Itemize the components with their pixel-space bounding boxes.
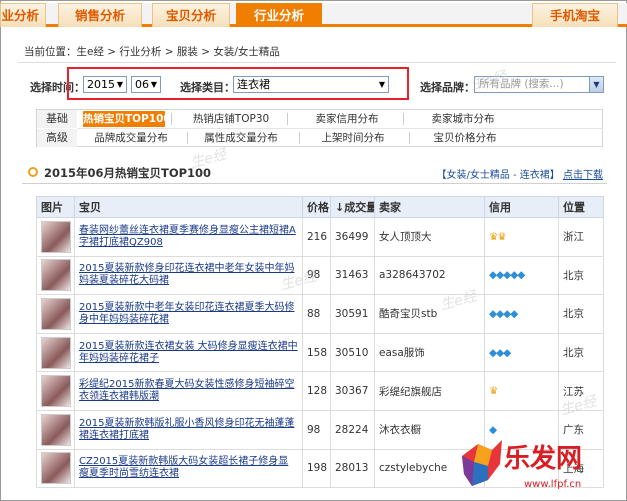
item-credit: ◆◆◆ <box>484 332 559 373</box>
col-header-credit: 信用 <box>484 196 559 218</box>
item-thumbnail <box>36 332 75 373</box>
item-volume: 28013 <box>330 448 375 489</box>
item-price: 216 <box>302 217 331 257</box>
divider <box>287 113 288 125</box>
item-thumbnail <box>36 217 75 257</box>
item-title-link[interactable]: 2015夏装新款中老年女装印花连衣裙夏季大码修身中年妈妈装碎花裙 <box>74 294 303 334</box>
table-row: 2015夏装新款修身印花连衣裙中老年女装中年妈妈装夏装碎花大码裙 98 31463 a… <box>36 255 604 296</box>
table-header-row: 图片 宝贝 价格 ↓成交量 卖家 信用 位置 <box>36 196 604 218</box>
tab-industry-analysis[interactable]: 行业分析 <box>236 3 322 27</box>
row-label-advanced: 高级 <box>37 129 77 147</box>
tab-mobile-taobao[interactable]: 手机淘宝 <box>532 3 618 27</box>
divider <box>187 132 188 144</box>
row-label-basic: 基础 <box>37 110 77 128</box>
divider <box>403 113 404 125</box>
item-credit: ◆◆◆◆◆ <box>484 255 559 296</box>
section-actions: 【女装/女士精品 - 连衣裙】 点击下载 <box>436 166 603 181</box>
subtab-listing-time[interactable]: 上架时间分布 <box>305 130 401 146</box>
col-header-item: 宝贝 <box>74 196 303 218</box>
item-image[interactable] <box>41 336 71 369</box>
table-row: 2015夏装新款中老年女装印花连衣裙夏季大码修身中年妈妈装碎花裙 88 30591 酷… <box>36 294 604 334</box>
item-seller: 女人顶顶大 <box>374 217 485 257</box>
item-volume: 30510 <box>330 332 375 373</box>
col-header-location: 位置 <box>558 196 604 218</box>
breadcrumb: 当前位置：生e经 > 行业分析 > 服装 > 女装/女士精品 <box>24 46 280 58</box>
highlight-box <box>67 67 409 100</box>
item-seller: easa服饰 <box>374 332 485 373</box>
item-price: 98 <box>302 409 331 450</box>
logo-icon <box>462 440 502 486</box>
item-volume: 31463 <box>330 255 375 296</box>
item-credit: ♛♛ <box>484 217 559 257</box>
divider <box>18 62 616 63</box>
divider <box>409 132 410 144</box>
col-header-image: 图片 <box>36 196 75 218</box>
item-volume: 30591 <box>330 294 375 334</box>
table-row: 彩缇纪2015新款春夏大码女装性感修身短袖碎空衣领连衣裙韩版潮 128 30367 彩… <box>36 371 604 411</box>
item-thumbnail <box>36 409 75 450</box>
item-thumbnail <box>36 294 75 334</box>
col-header-volume[interactable]: ↓成交量 <box>330 196 375 218</box>
item-location: 北京 <box>558 255 604 296</box>
item-price: 198 <box>302 448 331 489</box>
brand-label: 选择品牌： <box>420 81 475 94</box>
item-location: 浙江 <box>558 217 604 257</box>
logo-url: www.lfpf.cn <box>524 479 582 490</box>
item-seller: 彩缇纪旗舰店 <box>374 371 485 411</box>
tab-item-analysis[interactable]: 宝贝分析 <box>152 3 230 27</box>
item-title-link[interactable]: 2015夏装新款修身印花连衣裙中老年女装中年妈妈装夏装碎花大码裙 <box>74 255 303 296</box>
item-title-link[interactable]: 春装网纱蕾丝连衣裙夏季赛修身显瘦公主裙短裙A字裙打底裙QZ908 <box>74 217 303 257</box>
table-row: 春装网纱蕾丝连衣裙夏季赛修身显瘦公主裙短裙A字裙打底裙QZ908 216 36499… <box>36 217 604 257</box>
item-credit: ♛ <box>484 371 559 411</box>
sub-nav: 基础 高级 热销宝贝TOP100 热销店铺TOP30 卖家信用分布 卖家城市分布… <box>36 109 603 147</box>
item-thumbnail <box>36 371 75 411</box>
chevron-down-icon[interactable]: ▼ <box>589 77 603 92</box>
subtab-brand-volume[interactable]: 品牌成交量分布 <box>83 130 179 146</box>
item-price: 158 <box>302 332 331 373</box>
divider <box>22 183 607 184</box>
item-title-link[interactable]: 彩缇纪2015新款春夏大码女装性感修身短袖碎空衣领连衣裙韩版潮 <box>74 371 303 411</box>
divider <box>171 113 172 125</box>
item-image[interactable] <box>41 452 71 485</box>
download-link[interactable]: 点击下载 <box>563 170 603 181</box>
category-link[interactable]: 【女装/女士精品 - 连衣裙】 <box>436 170 559 181</box>
subtab-seller-city[interactable]: 卖家城市分布 <box>415 111 511 127</box>
item-location: 北京 <box>558 294 604 334</box>
top-nav: 业分析 销售分析 宝贝分析 行业分析 手机淘宝 <box>0 3 627 27</box>
tab-sales-analysis[interactable]: 销售分析 <box>58 3 142 27</box>
table-row: 2015夏装新款连衣裙女装 大码修身显瘦连衣裙中年妈妈装碎花裙子 158 30510… <box>36 332 604 373</box>
subtab-price-distribution[interactable]: 宝贝价格分布 <box>417 130 513 146</box>
item-thumbnail <box>36 255 75 296</box>
item-image[interactable] <box>41 259 71 292</box>
item-location: 北京 <box>558 332 604 373</box>
item-image[interactable] <box>41 375 71 408</box>
divider <box>299 132 300 144</box>
item-thumbnail <box>36 448 75 489</box>
divider <box>77 128 603 129</box>
item-title-link[interactable]: 2015夏装新款韩版礼服小香风修身印花无袖蓬蓬裙连衣裙打底裙 <box>74 409 303 450</box>
logo-text: 乐发网 <box>504 444 583 474</box>
circle-icon <box>28 167 38 177</box>
item-title-link[interactable]: 2015夏装新款连衣裙女装 大码修身显瘦连衣裙中年妈妈装碎花裙子 <box>74 332 303 373</box>
item-image[interactable] <box>41 220 71 253</box>
subtab-attribute-volume[interactable]: 属性成交量分布 <box>193 130 289 146</box>
col-header-seller: 卖家 <box>374 196 485 218</box>
col-header-price[interactable]: 价格 <box>302 196 331 218</box>
item-credit: ◆◆◆◆ <box>484 294 559 334</box>
item-price: 88 <box>302 294 331 334</box>
item-volume: 36499 <box>330 217 375 257</box>
item-volume: 28224 <box>330 409 375 450</box>
section-title: 2015年06月热销宝贝TOP100 <box>44 166 212 180</box>
item-image[interactable] <box>41 413 71 446</box>
item-title-link[interactable]: CZ2015夏装新款韩版大码女装超长裙子修身显瘦夏季时尚雪纺连衣裙 <box>74 448 303 489</box>
site-logo: 乐发网 www.lfpf.cn <box>458 436 618 496</box>
subtab-seller-credit[interactable]: 卖家信用分布 <box>299 111 395 127</box>
subtab-hot-shops-top30[interactable]: 热销店铺TOP30 <box>183 111 279 127</box>
item-image[interactable] <box>41 297 71 330</box>
subtab-hot-items-top100[interactable]: 热销宝贝TOP100 <box>83 111 171 127</box>
tab-shop-analysis[interactable]: 业分析 <box>0 3 46 27</box>
item-price: 128 <box>302 371 331 411</box>
item-volume: 30367 <box>330 371 375 411</box>
